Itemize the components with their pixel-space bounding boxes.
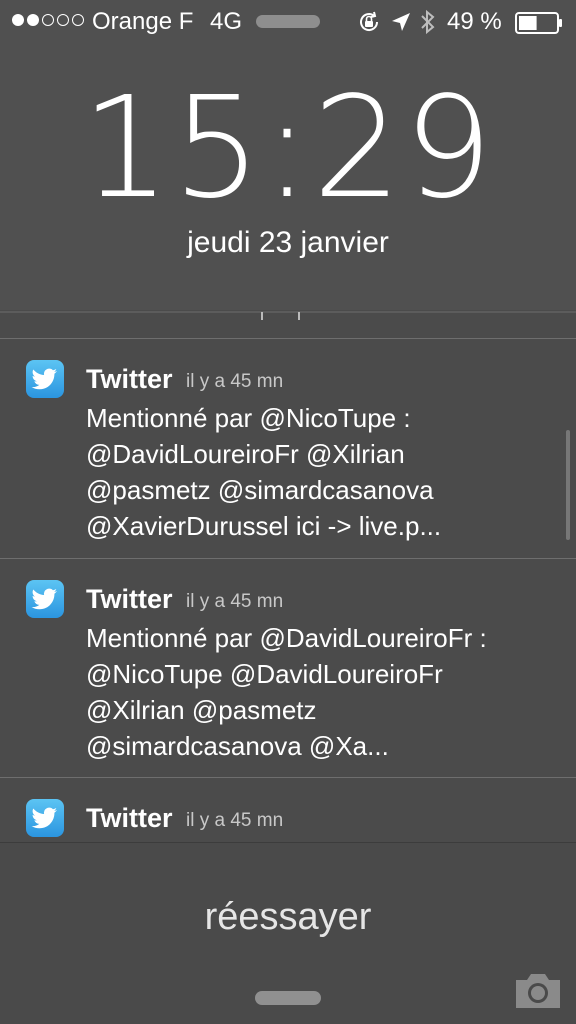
activity-indicator [256, 15, 320, 28]
control-center-grabber[interactable] [255, 991, 321, 1005]
battery-icon [515, 12, 562, 34]
retry-button[interactable]: réessayer [0, 896, 576, 939]
notification-time: il y a 45 mn [186, 371, 284, 392]
signal-dots-icon [12, 14, 84, 26]
lock-screen-date: jeudi 23 janvier [187, 226, 389, 259]
lock-screen-clock: 15:29 [81, 67, 495, 230]
network-type: 4G [210, 8, 243, 35]
carrier-name: Orange F [92, 8, 194, 35]
location-arrow-icon [392, 13, 410, 31]
notification-app-name: Twitter [86, 803, 173, 833]
notification-time: il y a 45 mn [186, 810, 284, 831]
bluetooth-icon [421, 9, 435, 35]
scroll-indicator[interactable] [566, 430, 570, 540]
notification-item[interactable]: Twitter il y a 45 mn Mentionné par @Nico… [0, 338, 576, 558]
camera-icon[interactable] [512, 968, 564, 1012]
notification-app-name: Twitter [86, 364, 173, 394]
notification-item[interactable]: Twitter il y a 45 mn [0, 777, 576, 842]
notification-item[interactable]: Twitter il y a 45 mn Mentionné par @Davi… [0, 558, 576, 778]
notification-time: il y a 45 mn [186, 591, 284, 612]
notification-body: Mentionné par @NicoTupe : @DavidLoureiro… [86, 403, 442, 541]
twitter-bird-icon [26, 799, 64, 837]
notification-grabber-icon[interactable] [0, 306, 576, 320]
status-bar: Orange F 4G 49 % [0, 0, 576, 44]
divider [0, 842, 576, 843]
notification-body: Mentionné par @DavidLoureiroFr : @NicoTu… [86, 623, 487, 761]
notification-app-name: Twitter [86, 584, 173, 614]
twitter-bird-icon [26, 360, 64, 398]
twitter-bird-icon [26, 580, 64, 618]
battery-percent: 49 % [447, 8, 502, 35]
orientation-lock-icon [360, 11, 379, 31]
